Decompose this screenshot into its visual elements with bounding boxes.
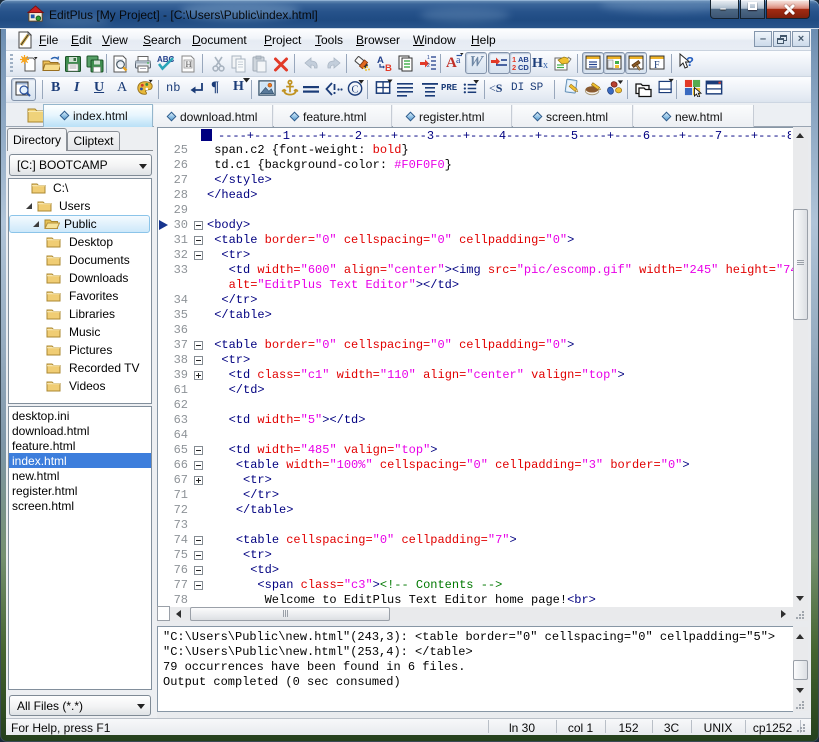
svg-text:1: 1 — [427, 55, 430, 61]
svg-text:?: ? — [686, 54, 694, 69]
svg-text:x: x — [543, 60, 548, 71]
svg-text:H: H — [532, 56, 543, 71]
svg-text:C: C — [351, 84, 358, 95]
svg-text:2: 2 — [512, 63, 516, 72]
svg-text:H: H — [186, 59, 192, 69]
svg-text:2: 2 — [427, 63, 430, 69]
svg-text:F: F — [654, 60, 660, 71]
svg-text:B: B — [385, 63, 392, 72]
svg-text:CD: CD — [518, 63, 529, 72]
svg-text:a: a — [456, 55, 461, 66]
